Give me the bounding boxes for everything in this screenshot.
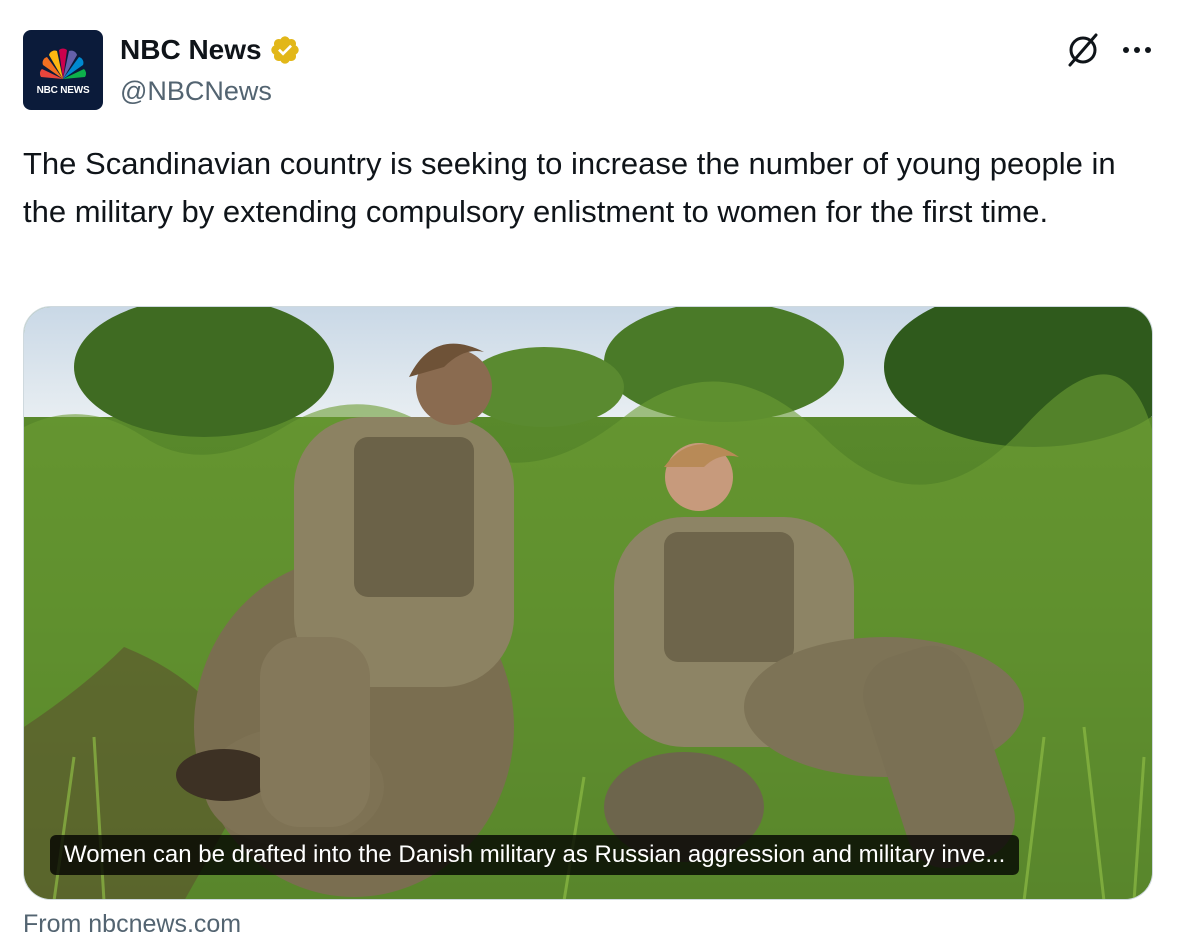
- author-display-name[interactable]: NBC News: [120, 30, 262, 70]
- card-source-link[interactable]: From nbcnews.com: [23, 906, 241, 942]
- news-photo[interactable]: [24, 307, 1153, 900]
- card-caption: Women can be drafted into the Danish mil…: [50, 835, 1020, 875]
- tweet-text: The Scandinavian country is seeking to i…: [23, 146, 1116, 229]
- avatar-label: NBC NEWS: [36, 84, 90, 96]
- slashed-circle-icon[interactable]: [1064, 31, 1102, 69]
- peacock-logo-icon: [39, 47, 87, 79]
- link-card[interactable]: Women can be drafted into the Danish mil…: [23, 306, 1153, 900]
- author-handle[interactable]: @NBCNews: [120, 72, 272, 110]
- avatar[interactable]: NBC NEWS: [23, 30, 103, 110]
- more-dots-icon[interactable]: [1118, 36, 1158, 64]
- verified-badge-icon[interactable]: [269, 34, 301, 66]
- author-name-row: NBC News: [120, 30, 301, 70]
